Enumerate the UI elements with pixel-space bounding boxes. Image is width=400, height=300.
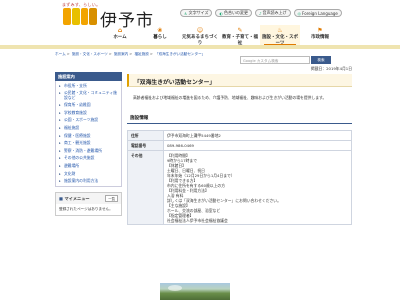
logo-block <box>89 8 97 25</box>
address-value: 伊予市双海町上灘甲5449番地2 <box>163 130 352 141</box>
home-icon: ⌂ <box>117 27 123 34</box>
breadcrumb-facility-guide[interactable]: 施設案内 <box>114 52 128 56</box>
cell-line: 社会福祉法人伊予市社会福祉協議会 <box>167 217 228 223</box>
city-logo-mark[interactable] <box>63 8 97 25</box>
sidebar-item-commerce-tourism[interactable]: 商工・観光施設 <box>56 140 121 148</box>
table-row: 電話番号 089-986-0469 <box>127 140 352 151</box>
sidebar-item-police-fire[interactable]: 警察・消防・避難場所 <box>56 147 121 155</box>
logo-block <box>63 8 71 25</box>
nav-item-living[interactable]: ❀ 暮らし <box>140 25 180 45</box>
nav-label: 市政情報 <box>311 35 329 40</box>
sidebar-item-cultural-assets[interactable]: 文化財 <box>56 170 121 178</box>
global-nav: ⌂ ホーム ❀ 暮らし ☺ 元気あるまちづくり ✎ 教育・子育て・福祉 ♨ 施設・文化・ス… <box>100 25 340 46</box>
facility-description: 高齢者福祉および地域福祉の増進を図るため、介護予防、地域福祉、趣味および生きがい… <box>133 95 327 100</box>
globe-icon: ◎ <box>297 10 302 16</box>
sidebar-item-evacuation[interactable]: 避難場所 <box>56 163 121 171</box>
search-button[interactable]: 検索 <box>311 56 331 64</box>
contrast-icon: ◐ <box>219 10 223 16</box>
section-heading: 施設情報 <box>127 114 352 124</box>
logo-block <box>71 8 80 25</box>
nav-item-home[interactable]: ⌂ ホーム <box>100 25 140 45</box>
my-menu-panel: ■ マイメニュー 一覧 登録されたページはありません。 <box>55 192 122 217</box>
row-label: 住所 <box>127 130 164 141</box>
sidebar-item-how-to-use[interactable]: 施設案内の利用方法 <box>56 178 121 186</box>
read-aloud-label: 音声読み上げ <box>262 10 287 15</box>
nav-item-facilities[interactable]: ♨ 施設・文化・スポーツ <box>260 25 300 46</box>
breadcrumb-welfare[interactable]: 福祉施設 <box>134 52 148 56</box>
sidebar-item-parks-sports[interactable]: 公園・スポーツ施設 <box>56 117 121 125</box>
row-label: その他 <box>127 150 164 225</box>
table-row: その他 【利用時間】 9時から17時まで 【休館日】 土曜日、日曜日、祝日 年末… <box>127 150 352 225</box>
flower-icon: ❀ <box>157 27 163 34</box>
facility-icon: ♨ <box>277 27 283 34</box>
audio-icon: ♪ <box>258 10 262 16</box>
foreign-language-button[interactable]: ◎ Foreign Language <box>293 9 342 17</box>
smile-icon: ☺ <box>196 27 204 34</box>
table-row: 住所 伊予市双海町上灘甲5449番地2 <box>127 130 352 141</box>
nav-divider-bar <box>0 45 400 49</box>
logo-block <box>80 8 89 25</box>
cell-line: 伊予市双海町上灘甲5449番地2 <box>167 132 221 138</box>
published-date: 掲載日：2019年4月1日 <box>310 66 352 71</box>
sidebar-title[interactable]: 施設案内 <box>55 72 122 81</box>
sidebar-item-nursery[interactable]: 保育所・幼稚園 <box>56 102 121 110</box>
my-menu-header: ■ マイメニュー 一覧 <box>56 193 121 204</box>
breadcrumb-current: 「双海生きがい活動センター」 <box>155 52 206 56</box>
nav-item-city-info[interactable]: ⚑ 市政情報 <box>300 25 340 45</box>
color-change-button[interactable]: ◐ 色合いの変更 <box>215 9 252 17</box>
sidebar-item-health[interactable]: 保健・医療施設 <box>56 132 121 140</box>
read-aloud-button[interactable]: ♪ 音声読み上げ <box>254 9 291 17</box>
breadcrumb-home[interactable]: ホーム <box>55 52 66 56</box>
nav-item-education[interactable]: ✎ 教育・子育て・福祉 <box>220 25 260 46</box>
sidebar-list: 市役所・支所 公民館・文化・コミュニティ施設など 保育所・幼稚園 学校教育施設 … <box>55 81 122 188</box>
nav-label: ホーム <box>113 35 127 40</box>
font-size-button[interactable]: ♿ 文字サイズ <box>180 9 213 17</box>
sidebar-item-community-halls[interactable]: 公民館・文化・コミュニティ施設など <box>56 90 121 102</box>
my-menu-empty-text: 登録されたページはありません。 <box>56 204 121 216</box>
sidebar-item-welfare[interactable]: 福祉施設 <box>56 125 121 133</box>
row-label: 電話番号 <box>127 140 164 151</box>
facility-photo <box>160 283 230 300</box>
foreign-language-label: Foreign Language <box>302 10 338 16</box>
nav-item-community[interactable]: ☺ 元気あるまちづくり <box>180 25 220 46</box>
photo-highlight <box>168 285 182 291</box>
facility-info-table: 住所 伊予市双海町上灘甲5449番地2 電話番号 089-986-0469 その… <box>127 130 352 225</box>
color-change-label: 色合いの変更 <box>223 10 248 15</box>
page-title: 「双海生きがい活動センター」 <box>127 74 352 87</box>
header-tools: ♿ 文字サイズ ◐ 色合いの変更 ♪ 音声読み上げ ◎ Foreign Language <box>180 9 342 17</box>
pencil-icon: ✎ <box>237 27 243 34</box>
site-header: まずみす、らしい。 伊予市 ♿ 文字サイズ ◐ 色合いの変更 ♪ 音声読み上げ ◎ Fo… <box>0 0 400 46</box>
sidebar-item-other-public[interactable]: その他の公共施設 <box>56 155 121 163</box>
my-menu-title: マイメニュー <box>64 195 90 201</box>
font-size-label: 文字サイズ <box>188 10 209 15</box>
sidebar: 施設案内 市役所・支所 公民館・文化・コミュニティ施設など 保育所・幼稚園 学校… <box>55 72 122 217</box>
main-content: 掲載日：2019年4月1日 「双海生きがい活動センター」 高齢者福祉および地域福… <box>127 66 352 225</box>
search-input[interactable]: Google カスタム検索 <box>240 56 310 64</box>
bookmark-icon: ■ <box>59 196 63 202</box>
my-menu-list-button[interactable]: 一覧 <box>105 195 118 203</box>
phone-value: 089-986-0469 <box>163 140 352 151</box>
accessibility-icon: ♿ <box>184 10 188 16</box>
cell-line: 089-986-0469 <box>167 142 194 148</box>
nav-label: 暮らし <box>153 35 167 40</box>
other-info-value: 【利用時間】 9時から17時まで 【休館日】 土曜日、日曜日、祝日 年末年始（1… <box>163 150 352 225</box>
breadcrumb-facilities[interactable]: 施設・文化・スポーツ <box>72 52 108 56</box>
flag-icon: ⚑ <box>317 27 323 34</box>
sidebar-item-city-hall[interactable]: 市役所・支所 <box>56 82 121 90</box>
sidebar-item-schools[interactable]: 学校教育施設 <box>56 109 121 117</box>
